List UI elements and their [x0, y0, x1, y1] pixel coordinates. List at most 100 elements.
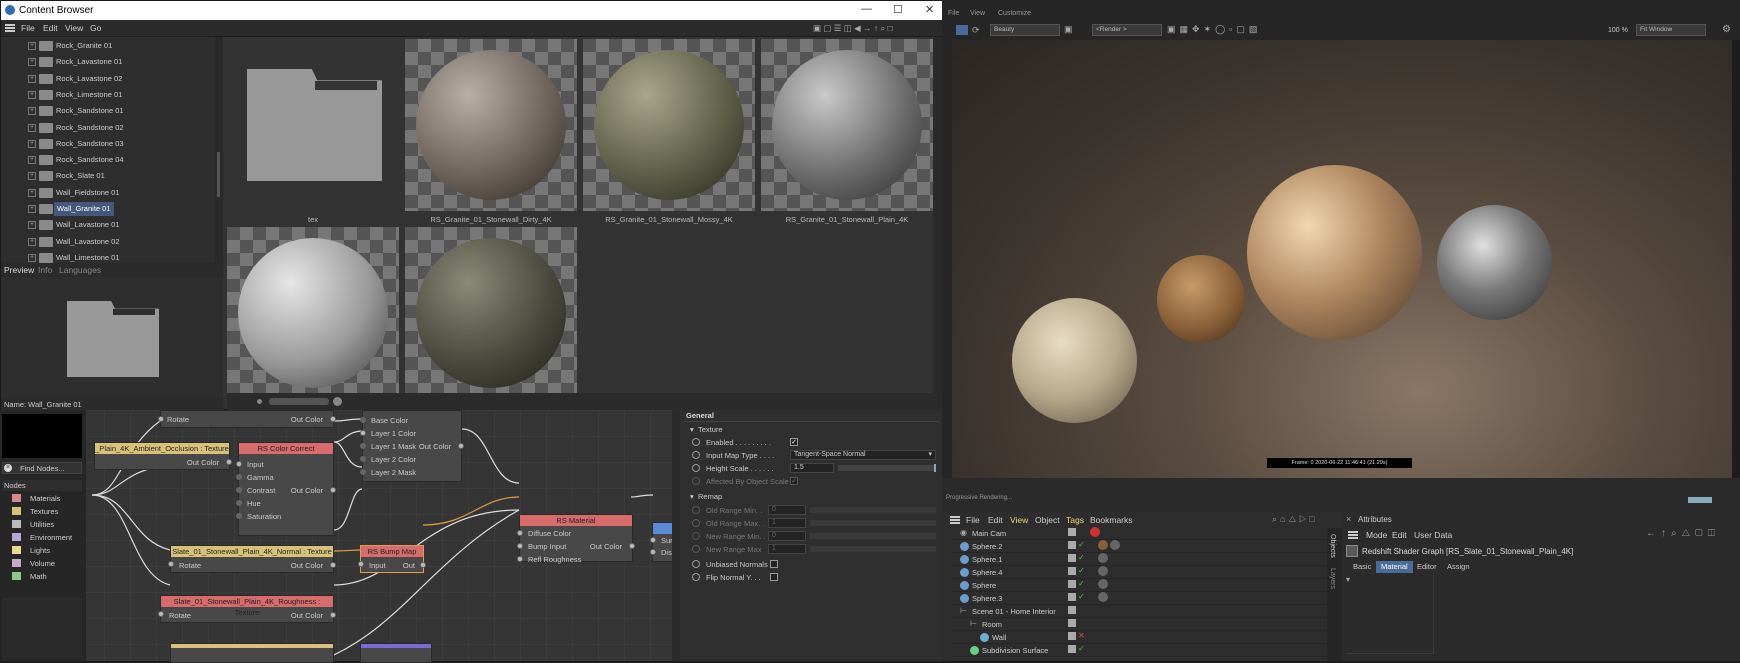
input-port[interactable]	[517, 543, 523, 549]
anim-radio[interactable]	[692, 573, 700, 581]
expand-icon[interactable]: +	[28, 188, 36, 197]
attr-nav-icons[interactable]: ←↑⌕△▢◫	[1646, 528, 1720, 539]
expand-icon[interactable]: +	[28, 221, 36, 230]
output-port[interactable]	[330, 612, 336, 618]
material-tag-icon[interactable]	[1098, 566, 1108, 576]
new-max-input[interactable]: 1	[768, 544, 806, 554]
rv-menu-view[interactable]: View	[970, 10, 985, 17]
attr-menu-userdata[interactable]: User Data	[1414, 530, 1452, 540]
category-materials[interactable]: Materials	[30, 494, 60, 503]
output-port[interactable]	[226, 459, 232, 465]
tab-languages[interactable]: Languages	[59, 265, 101, 275]
input-port[interactable]	[158, 416, 164, 422]
crop-icon[interactable]: ▣	[1064, 24, 1073, 35]
object-row[interactable]: ⊢ Room	[952, 618, 1332, 631]
tree-item[interactable]: + Wall_Granite 01	[1, 201, 216, 217]
object-row[interactable]: Subdivision Surface ✓	[952, 644, 1332, 657]
new-min-slider[interactable]	[810, 533, 936, 539]
old-max-input[interactable]: 1	[768, 518, 806, 528]
tree-item[interactable]: + Rock_Sandstone 02	[1, 120, 216, 136]
expand-icon[interactable]: +	[28, 237, 36, 246]
input-port[interactable]	[360, 443, 366, 449]
input-port[interactable]	[650, 549, 656, 555]
expand-icon[interactable]: +	[28, 58, 36, 67]
visibility-icon[interactable]	[1068, 567, 1076, 575]
tab-info[interactable]: Info	[38, 265, 52, 275]
old-max-slider[interactable]	[810, 520, 936, 526]
expand-icon[interactable]: +	[28, 90, 36, 99]
menu-edit[interactable]: Edit	[43, 23, 58, 33]
category-volume[interactable]: Volume	[30, 559, 55, 568]
input-port[interactable]	[236, 474, 242, 480]
category-lights[interactable]: Lights	[30, 546, 50, 555]
input-port[interactable]	[650, 537, 656, 543]
affected-scale-checkbox[interactable]: ✓	[790, 477, 798, 485]
expand-icon[interactable]: +	[28, 107, 36, 116]
disabled-x-icon[interactable]: ✕	[1078, 631, 1085, 640]
enabled-checkbox[interactable]: ✓	[790, 438, 798, 446]
find-nodes-input[interactable]: × Find Nodes...	[2, 462, 82, 474]
asset-thumb[interactable]	[227, 227, 399, 399]
input-port[interactable]	[236, 513, 242, 519]
height-scale-input[interactable]: 1.5	[790, 463, 834, 473]
input-port[interactable]	[360, 456, 366, 462]
om-menu-view[interactable]: View	[1010, 515, 1028, 525]
node-normal-texture[interactable]: Slate_01_Stonewall_Plain_4K_Normal : Tex…	[168, 545, 336, 573]
render-viewport[interactable]: Frame: 0 2020-06-22 11:46:41 (21.29s)	[952, 40, 1732, 478]
expand-icon[interactable]: +	[28, 74, 36, 83]
anim-radio[interactable]	[692, 506, 700, 514]
menu-go[interactable]: Go	[90, 23, 101, 33]
tree-item[interactable]: + Wall_Fieldstone 01	[1, 185, 216, 201]
section-texture[interactable]: Texture	[698, 425, 723, 434]
node-ao-texture[interactable]: _Plain_4K_Ambient_Occlusion : Texture Ou…	[94, 442, 232, 470]
asset-thumb-plain[interactable]	[761, 39, 933, 211]
tree-item[interactable]: + Wall_Lavastone 01	[1, 217, 216, 233]
input-map-dropdown[interactable]: Tangent-Space Normal ▾	[790, 450, 936, 460]
node-layer[interactable]: Base Color Layer 1 Color Layer 1 Mask La…	[360, 410, 464, 482]
minimize-icon[interactable]: —	[861, 3, 872, 15]
material-tag-icon[interactable]	[1110, 540, 1120, 550]
old-min-slider[interactable]	[810, 507, 936, 513]
material-tag-icon[interactable]	[1098, 579, 1108, 589]
visibility-icon[interactable]	[1068, 619, 1076, 627]
node-rs-material[interactable]: RS Material Diffuse Color Bump Input Ref…	[517, 514, 635, 564]
node-color-correct[interactable]: RS Color Correct Input Gamma Contrast Hu…	[236, 442, 336, 536]
output-port[interactable]	[629, 543, 635, 549]
enabled-check-icon[interactable]: ✓	[1078, 566, 1085, 575]
menu-icon[interactable]	[5, 24, 15, 32]
visibility-icon[interactable]	[1068, 632, 1076, 640]
thumb-size-slider[interactable]	[269, 398, 329, 405]
tab-assign[interactable]: Assign	[1442, 561, 1475, 573]
expand-icon[interactable]: +	[28, 156, 36, 165]
section-texture-arrow[interactable]: ▾	[690, 425, 694, 434]
asset-thumb-dirty[interactable]	[405, 39, 577, 211]
object-row[interactable]: Sphere.2 ✓	[952, 540, 1332, 553]
close-icon[interactable]: ×	[1346, 514, 1351, 524]
tree-item[interactable]: + Rock_Limestone 01	[1, 87, 216, 103]
object-row[interactable]: ◉ Main Cam	[952, 527, 1332, 540]
view-tools-icons[interactable]: ▣▦✥✶◯▫▢▧	[1167, 24, 1261, 35]
new-min-input[interactable]: 0	[768, 531, 806, 541]
node-bump-map[interactable]: RS Bump Map Input Out	[358, 545, 426, 573]
attr-menu-mode[interactable]: Mode	[1366, 530, 1387, 540]
rv-menu-customize[interactable]: Customize	[998, 10, 1031, 17]
output-port[interactable]	[458, 443, 464, 449]
object-row[interactable]: Wall ✕	[952, 631, 1332, 644]
asset-thumb[interactable]	[405, 227, 577, 399]
tree-item[interactable]: + Wall_Lavastone 02	[1, 234, 216, 250]
visibility-icon[interactable]	[1068, 580, 1076, 588]
anim-radio[interactable]	[692, 477, 700, 485]
om-menu-edit[interactable]: Edit	[988, 515, 1003, 525]
visibility-icon[interactable]	[1068, 528, 1076, 536]
enabled-check-icon[interactable]: ✓	[1078, 592, 1085, 601]
zoom-small-icon[interactable]	[257, 399, 262, 404]
expand-icon[interactable]: +	[28, 42, 36, 50]
output-port[interactable]	[420, 562, 426, 568]
section-remap[interactable]: Remap	[698, 492, 722, 501]
tree-item[interactable]: + Rock_Sandstone 01	[1, 103, 216, 119]
tree-item[interactable]: + Rock_Sandstone 03	[1, 136, 216, 152]
om-toolbar-icons[interactable]: ⌕⌂△▷□	[1272, 514, 1318, 525]
menu-file[interactable]: File	[21, 23, 35, 33]
tab-preview[interactable]: Preview	[4, 265, 34, 275]
tree-item[interactable]: + Rock_Sandstone 04	[1, 152, 216, 168]
